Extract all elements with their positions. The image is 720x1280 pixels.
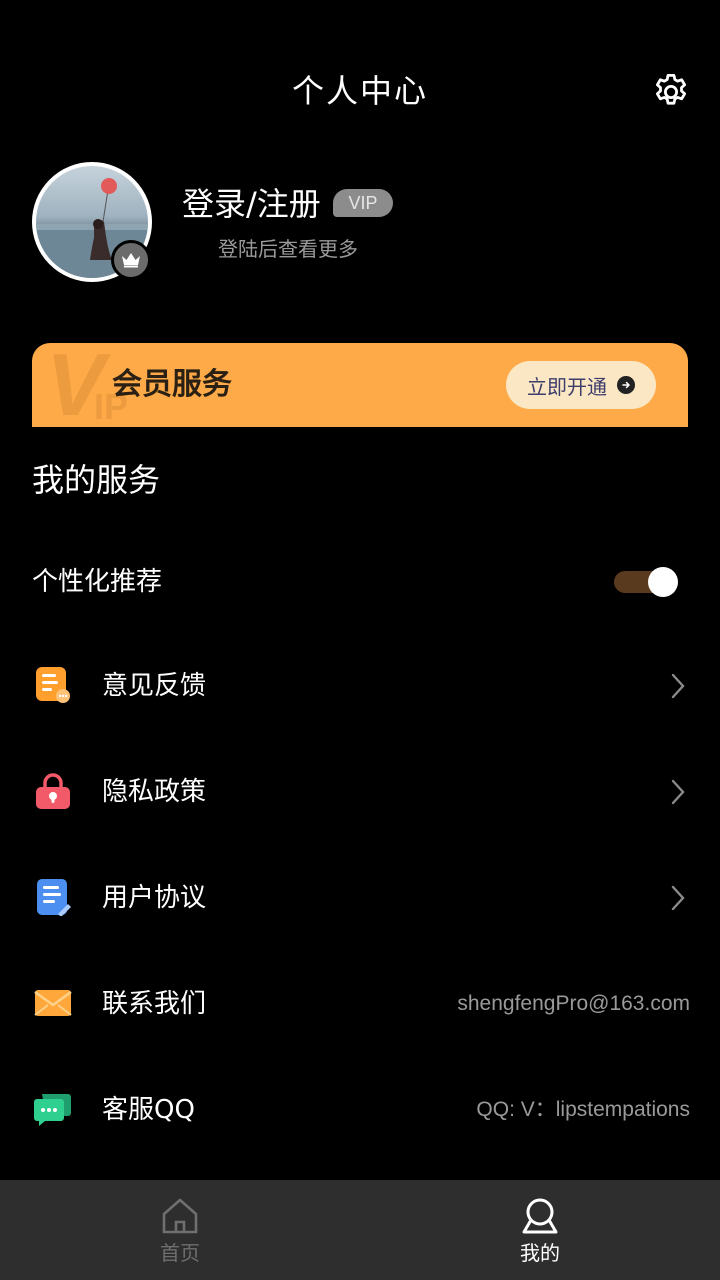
avatar[interactable] xyxy=(32,162,152,282)
privacy-policy-label: 隐私政策 xyxy=(102,777,207,807)
login-register-link[interactable]: 登录/注册 xyxy=(182,182,321,226)
feedback-icon xyxy=(36,667,70,703)
vip-banner-title: 会员服务 xyxy=(112,367,232,402)
nav-item-mine[interactable]: 我的 xyxy=(360,1180,720,1280)
chevron-right-icon xyxy=(671,779,685,805)
feedback-label: 意见反馈 xyxy=(102,671,207,701)
customer-service-qq-label: 客服QQ xyxy=(102,1095,195,1125)
open-vip-button[interactable]: 立即开通 xyxy=(506,361,656,409)
toggle-knob xyxy=(648,567,678,597)
customer-service-qq-value: QQ: V：lipstempations xyxy=(476,1098,690,1121)
crown-badge xyxy=(111,240,151,280)
vip-banner[interactable]: V IP 会员服务 立即开通 xyxy=(32,343,688,427)
feedback-row[interactable]: 意见反馈 xyxy=(0,646,720,726)
vip-badge: VIP xyxy=(333,189,393,217)
nav-item-home[interactable]: 首页 xyxy=(0,1180,360,1280)
personalized-recommend-toggle[interactable] xyxy=(614,566,678,598)
contact-email-value: shengfengPro@163.com xyxy=(457,992,690,1015)
chat-icon xyxy=(34,1094,71,1126)
home-icon xyxy=(162,1198,198,1234)
nav-label-mine: 我的 xyxy=(520,1241,560,1265)
personalized-recommend-row: 个性化推荐 xyxy=(0,542,720,622)
header: 个人中心 xyxy=(0,55,720,127)
crown-icon xyxy=(122,253,140,268)
user-icon xyxy=(522,1198,558,1234)
page-title: 个人中心 xyxy=(291,72,428,110)
user-agreement-row[interactable]: 用户协议 xyxy=(0,858,720,938)
open-vip-label: 立即开通 xyxy=(527,374,607,399)
mail-icon xyxy=(34,990,72,1016)
user-agreement-label: 用户协议 xyxy=(102,883,207,913)
settings-button[interactable] xyxy=(650,71,692,113)
chevron-right-icon xyxy=(671,885,685,911)
nav-label-home: 首页 xyxy=(160,1241,200,1265)
contact-us-label: 联系我们 xyxy=(102,989,207,1019)
contact-us-row[interactable]: 联系我们 shengfengPro@163.com xyxy=(0,964,720,1044)
profile-subtitle: 登陆后查看更多 xyxy=(218,237,358,261)
privacy-policy-row[interactable]: 隐私政策 xyxy=(0,752,720,832)
gear-icon xyxy=(655,73,687,105)
section-title-services: 我的服务 xyxy=(32,461,161,499)
profile-page: 个人中心 登录/注册 VIP 登陆后查看更多 V IP 会员服务 立即开通 我的… xyxy=(0,0,720,1280)
chevron-right-icon xyxy=(671,673,685,699)
customer-service-qq-row[interactable]: 客服QQ QQ: V：lipstempations xyxy=(0,1070,720,1150)
personalized-recommend-label: 个性化推荐 xyxy=(32,567,163,597)
lock-icon xyxy=(36,773,70,809)
bottom-nav: 首页 我的 xyxy=(0,1180,720,1280)
arrow-right-circle-icon xyxy=(617,376,635,394)
document-icon xyxy=(37,879,71,916)
